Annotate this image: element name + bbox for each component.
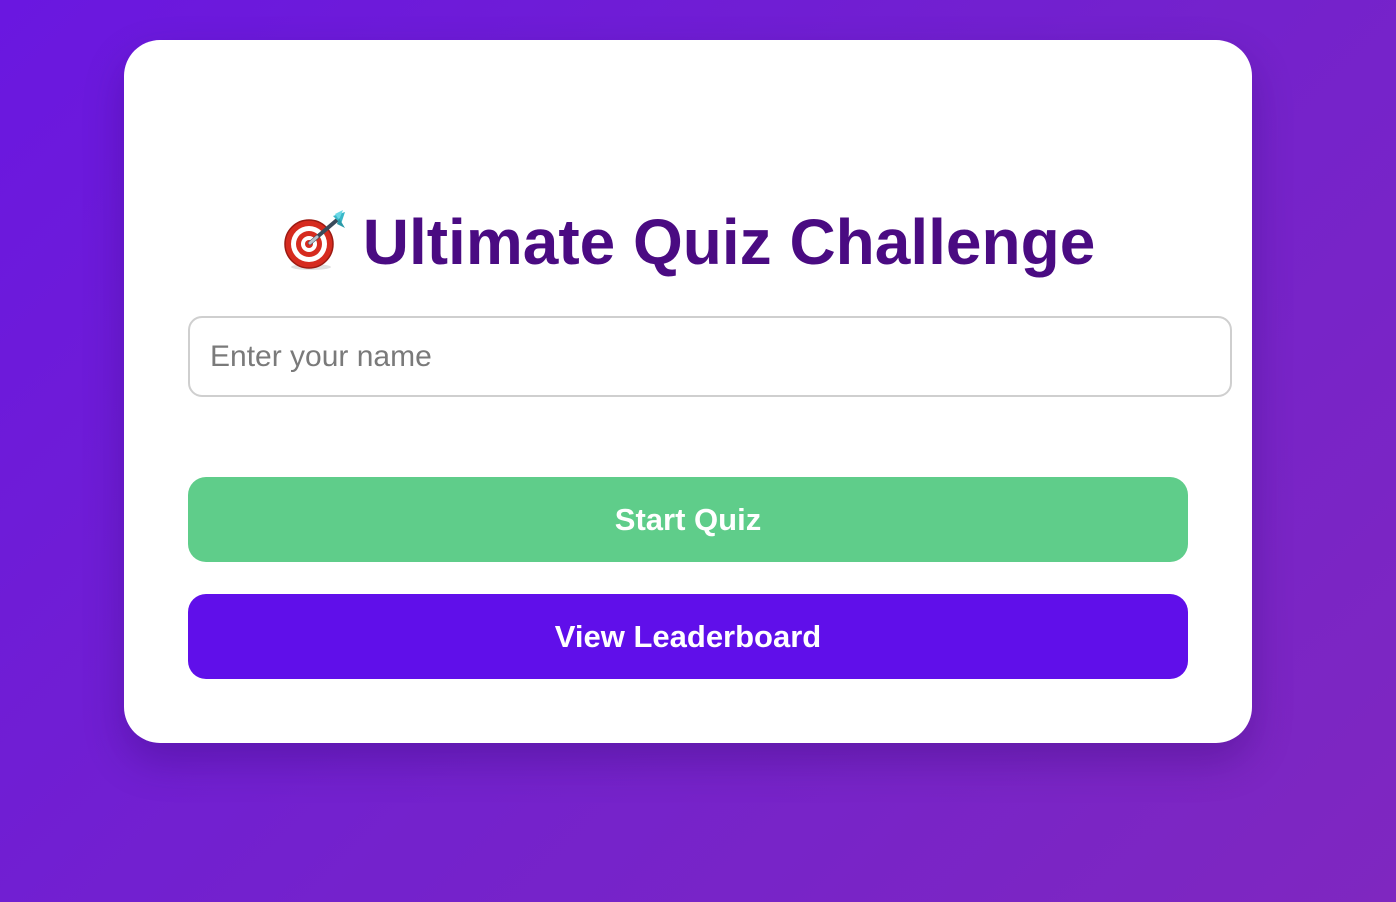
view-leaderboard-button[interactable]: View Leaderboard: [188, 594, 1188, 679]
page-title: Ultimate Quiz Challenge: [124, 210, 1252, 274]
quiz-start-card: Ultimate Quiz Challenge Start Quiz View …: [124, 40, 1252, 743]
start-quiz-button[interactable]: Start Quiz: [188, 477, 1188, 562]
page-title-text: Ultimate Quiz Challenge: [362, 206, 1096, 278]
dart-target-icon: [281, 210, 349, 272]
name-input[interactable]: [188, 316, 1232, 397]
